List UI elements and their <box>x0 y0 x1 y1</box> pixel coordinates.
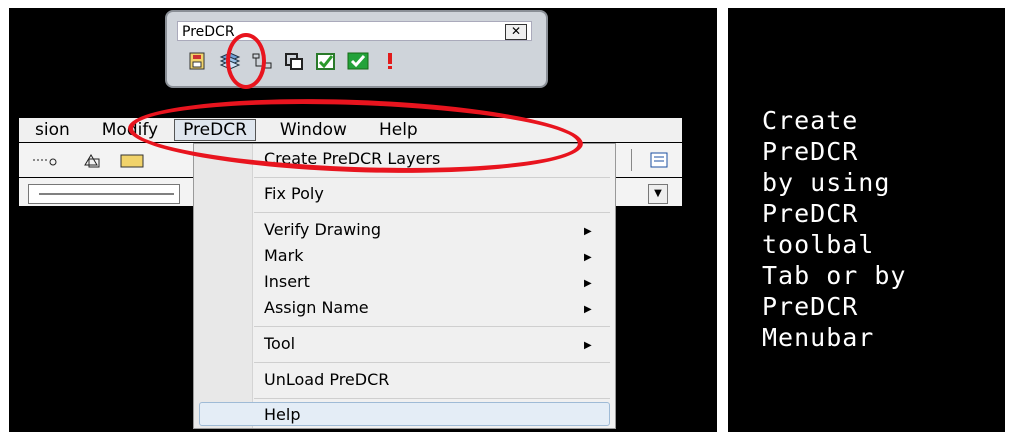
predcr-toolbar: PreDCR ✕ <box>165 10 548 88</box>
submenu-arrow-icon: ▶ <box>584 304 592 315</box>
menu-separator <box>254 326 610 327</box>
properties-icon[interactable] <box>649 151 671 173</box>
menu-item-mark[interactable]: Mark <box>264 246 303 265</box>
caption-text: Create PreDCR by using PreDCR toolbal Ta… <box>762 105 1002 353</box>
caption-line: PreDCR <box>762 199 859 228</box>
predcr-dropdown-menu: Create PreDCR Layers Fix Poly Verify Dra… <box>193 143 616 429</box>
alert-icon[interactable] <box>378 50 402 72</box>
caption-line: Tab or by <box>762 261 907 290</box>
toolbar-separator <box>631 149 632 171</box>
save-layer-icon[interactable] <box>186 50 210 72</box>
caption-line: toolbal <box>762 230 875 259</box>
submenu-arrow-icon: ▶ <box>584 226 592 237</box>
menu-separator <box>254 177 610 178</box>
check-icon[interactable] <box>314 50 338 72</box>
toolbar-icons <box>186 48 402 74</box>
menu-gutter <box>194 144 253 428</box>
submenu-arrow-icon: ▶ <box>584 278 592 289</box>
menu-item-help[interactable]: Help <box>264 405 300 424</box>
caption-line: PreDCR <box>762 292 859 321</box>
toolbar-title-bar[interactable]: PreDCR ✕ <box>177 21 532 41</box>
menu-item-insert[interactable]: Insert <box>264 272 310 291</box>
linetype-select[interactable] <box>28 184 180 204</box>
menu-separator <box>254 398 610 399</box>
copy-icon[interactable] <box>282 50 306 72</box>
menu-item-verify-drawing[interactable]: Verify Drawing <box>264 220 381 239</box>
caption-line: by using <box>762 168 891 197</box>
menu-item-tool[interactable]: Tool <box>264 334 295 353</box>
submenu-arrow-icon: ▶ <box>584 252 592 263</box>
menu-hover-highlight <box>199 402 610 426</box>
caption-line: PreDCR <box>762 137 859 166</box>
menu-separator <box>254 362 610 363</box>
menu-separator <box>254 212 610 213</box>
menu-item-unload-predcr[interactable]: UnLoad PreDCR <box>264 370 389 389</box>
caption-line: Create <box>762 106 859 135</box>
menu-item-fix-poly[interactable]: Fix Poly <box>264 184 324 203</box>
close-button[interactable]: ✕ <box>505 24 527 40</box>
menu-item-dimension[interactable]: sion <box>19 120 86 140</box>
toolbar-title: PreDCR <box>182 24 235 40</box>
submenu-arrow-icon: ▶ <box>584 340 592 351</box>
toolbar-tools-icon[interactable] <box>19 143 179 177</box>
menu-item-assign-name[interactable]: Assign Name <box>264 298 369 317</box>
caption-line: Menubar <box>762 323 875 352</box>
icon-highlight-circle <box>226 33 266 89</box>
check-green-icon[interactable] <box>346 50 370 72</box>
chevron-down-icon[interactable]: ▼ <box>648 184 668 204</box>
